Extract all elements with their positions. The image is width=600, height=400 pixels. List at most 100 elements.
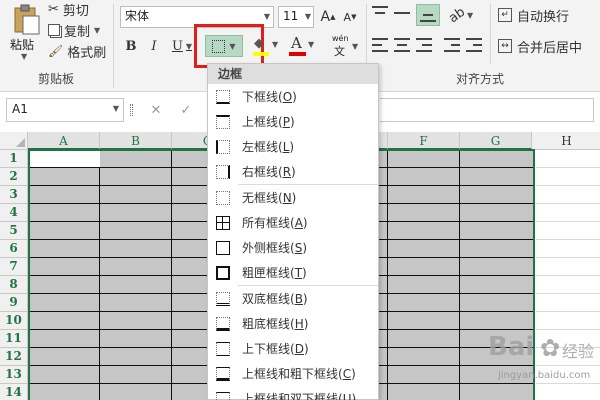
align-left-button[interactable] [372,38,390,54]
column-header[interactable]: A [28,132,100,150]
border-menu-item-shortcut: T [294,265,303,280]
border-menu-item-paren: ) [302,265,307,280]
border-menu-item-shortcut: D [294,341,304,356]
align-top-button[interactable] [372,6,390,24]
align-bottom-button[interactable] [416,4,440,26]
paste-dropdown-icon[interactable]: ▼ [21,52,27,61]
outside-borders-icon [216,240,230,255]
row-header[interactable]: 9 [0,294,28,312]
row-header[interactable]: 5 [0,222,28,240]
border-menu-item[interactable]: 上框线(P) [208,109,378,134]
grow-font-button[interactable]: A ▲ [318,6,338,28]
baidu-watermark: Bai ✿ 经验 jingyan.baidu.com [462,330,598,398]
row-header[interactable]: 11 [0,330,28,348]
border-menu-item-label: 右框线( [242,165,283,179]
select-all-corner[interactable] [0,132,28,150]
row-header[interactable]: 8 [0,276,28,294]
border-menu-item[interactable]: 左框线(L) [208,134,378,159]
border-menu-item[interactable]: 无框线(N) [208,185,378,210]
row-header[interactable]: 3 [0,186,28,204]
font-size-combo[interactable]: 11 ▼ [278,6,314,28]
border-menu-item[interactable]: 右框线(R) [208,159,378,184]
fill-color-button[interactable]: ◆ ▼ [252,36,286,58]
orientation-button[interactable]: ab ▼ [446,4,476,26]
borders-dropdown-icon[interactable]: ▼ [229,42,235,51]
border-menu-item[interactable]: 粗匣框线(T) [208,260,378,285]
wrap-text-label: 自动换行 [517,9,570,25]
paste-button[interactable]: 粘贴 ▼ [6,2,46,64]
format-painter-button[interactable]: 🖌 格式刷 [48,42,106,61]
formula-input[interactable] [380,98,594,122]
border-menu-item[interactable]: 外侧框线(S) [208,235,378,260]
font-color-dropdown-icon[interactable]: ▼ [308,40,314,49]
row-header[interactable]: 2 [0,168,28,186]
underline-button[interactable]: U ▼ [168,36,196,56]
border-menu-item-shortcut: N [282,190,292,205]
column-header[interactable]: F [388,132,460,150]
top-thick-bottom-border-icon [216,366,230,381]
orientation-dropdown-icon[interactable]: ▼ [467,11,473,20]
font-name-value: 宋体 [125,9,150,23]
phonetic-dropdown-icon[interactable]: ▼ [352,42,358,51]
border-menu-item[interactable]: 粗底框线(H) [208,311,378,336]
row-header[interactable]: 10 [0,312,28,330]
bold-button[interactable]: B [122,36,140,56]
font-name-dropdown-icon[interactable]: ▼ [264,8,270,26]
align-right-icon [416,38,432,52]
border-menu-item[interactable]: 上框线和双下框线(U) [208,386,378,400]
copy-label: 复制 [64,24,91,40]
name-box-dropdown-icon[interactable]: ▼ [113,104,119,113]
column-header[interactable]: G [460,132,532,150]
copy-dropdown-icon[interactable]: ▼ [94,26,100,35]
align-middle-button[interactable] [394,6,412,24]
cut-label: 剪切 [62,3,89,19]
row-header[interactable]: 7 [0,258,28,276]
merge-center-icon: ↔ [498,39,512,53]
font-size-dropdown-icon[interactable]: ▼ [305,8,311,26]
border-menu-item[interactable]: 上下框线(D) [208,336,378,361]
column-header[interactable]: B [100,132,172,150]
row-header[interactable]: 4 [0,204,28,222]
row-header[interactable]: 1 [0,150,28,168]
fill-color-swatch [253,52,269,56]
phonetic-button[interactable]: wén 文 ▼ [326,34,362,60]
cut-button[interactable]: ✂ 剪切 [48,0,89,19]
copy-button[interactable]: 复制 ▼ [48,21,100,40]
align-center-button[interactable] [394,38,412,54]
decrease-indent-button[interactable] [444,38,462,54]
fill-color-dropdown-icon[interactable]: ▼ [272,40,278,49]
merge-center-button[interactable]: ↔ 合并后居中 [498,36,582,56]
border-menu-item[interactable]: 下框线(O) [208,84,378,109]
font-color-button[interactable]: A ▼ [288,34,318,58]
italic-label: I [151,38,157,54]
underline-dropdown-icon[interactable]: ▼ [186,42,192,51]
shrink-font-button[interactable]: A ▼ [340,6,360,28]
row-header[interactable]: 13 [0,366,28,384]
increase-indent-button[interactable] [466,38,484,54]
border-menu-item[interactable]: 所有框线(A) [208,210,378,235]
name-box[interactable]: A1 ▼ [6,98,124,122]
grow-font-icon: A [320,9,331,25]
borders-button[interactable]: ▼ [205,35,243,57]
row-header[interactable]: 14 [0,384,28,400]
border-menu-item-label: 外侧框线( [242,241,295,255]
border-menu-item[interactable]: 双底框线(B) [208,286,378,311]
wrap-text-button[interactable]: ↵ 自动换行 [498,5,569,25]
cell-gridline [536,293,600,294]
enter-button[interactable]: ✓ [176,100,196,120]
cancel-button[interactable]: ✕ [146,100,166,120]
border-menu-item-shortcut: H [294,316,304,331]
cell-gridline [536,311,600,312]
row-header[interactable]: 12 [0,348,28,366]
watermark-text2: 经验 [562,342,595,361]
align-right-button[interactable] [416,38,434,54]
formula-bar-grip-icon[interactable] [130,104,133,116]
border-menu-item-shortcut: R [282,164,292,179]
row-header[interactable]: 6 [0,240,28,258]
italic-button[interactable]: I [146,36,162,56]
font-color-swatch [289,52,306,56]
column-header[interactable]: H [532,132,600,150]
border-menu-item[interactable]: 上框线和粗下框线(C) [208,361,378,386]
cancel-icon: ✕ [150,102,162,118]
underline-label: U [171,38,183,54]
